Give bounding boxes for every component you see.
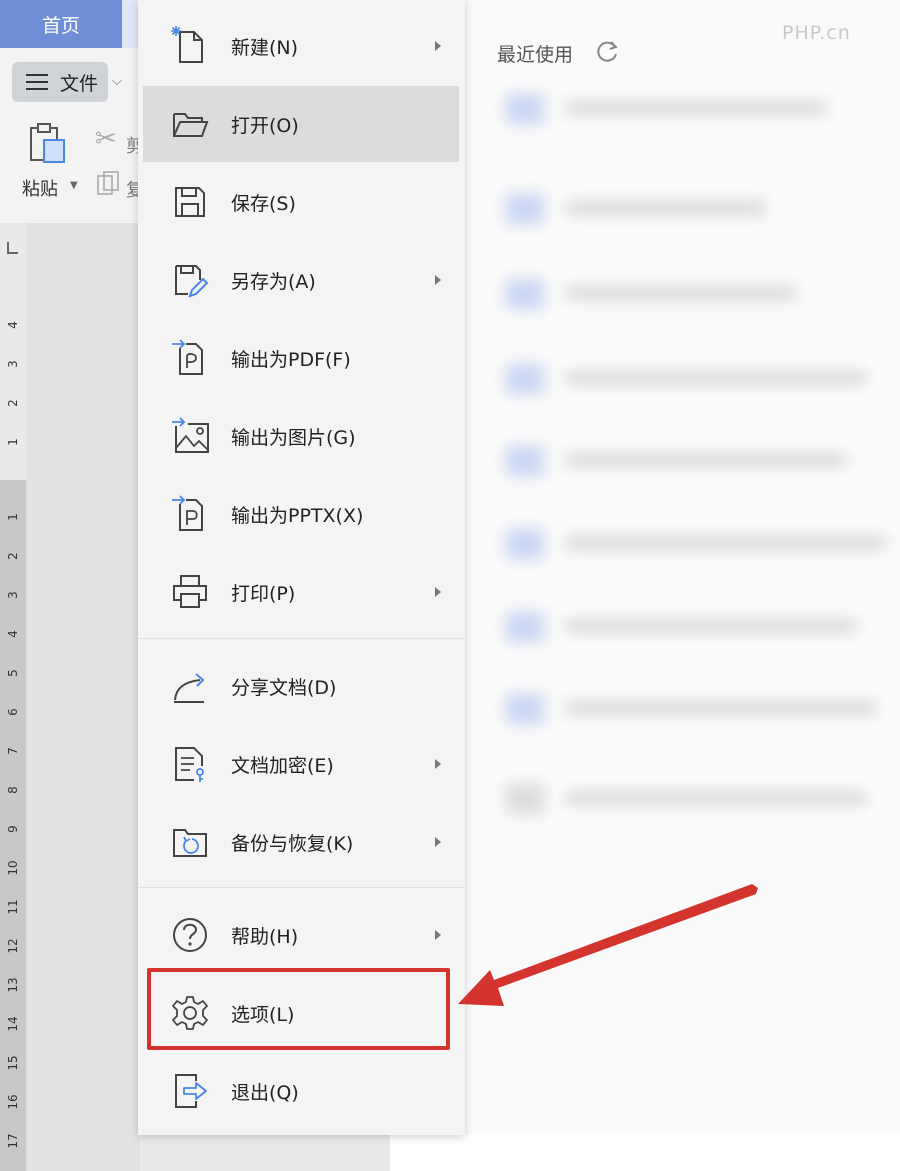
paste-dropdown-icon[interactable]: ▼: [70, 180, 78, 191]
menu-item-label: 新建(N): [231, 36, 299, 59]
menu-item-label: 分享文档(D): [231, 676, 337, 699]
menu-item-label: 输出为PDF(F): [231, 348, 351, 371]
recent-file-row[interactable]: [496, 778, 900, 818]
ruler-number: 4: [6, 321, 20, 329]
submenu-arrow-icon: [435, 275, 441, 285]
paste-label[interactable]: 粘贴: [22, 175, 58, 201]
ruler-number: 2: [6, 552, 20, 560]
menu-item-exit[interactable]: 退出(Q): [143, 1053, 459, 1129]
menu-item-label: 文档加密(E): [231, 754, 334, 777]
menu-divider: [138, 887, 465, 888]
copy-icon[interactable]: [96, 170, 120, 196]
cut-icon[interactable]: ✂: [95, 124, 117, 154]
submenu-arrow-icon: [435, 759, 441, 769]
ruler-number: 8: [6, 786, 20, 794]
recent-file-list-blurred: [496, 88, 900, 858]
encrypt-icon: [175, 747, 204, 782]
exit-icon: [175, 1074, 207, 1108]
submenu-arrow-icon: [435, 837, 441, 847]
menu-item-label: 输出为PPTX(X): [231, 504, 364, 527]
ruler-number: 13: [6, 977, 20, 993]
menu-item-label: 帮助(H): [231, 925, 299, 948]
paste-icon[interactable]: [28, 122, 68, 166]
menu-item-print[interactable]: 打印(P): [143, 554, 459, 630]
menu-item-new[interactable]: 新建(N): [143, 8, 459, 84]
menu-item-export-image[interactable]: 输出为图片(G): [143, 398, 459, 474]
recent-title: 最近使用: [497, 44, 574, 66]
document-canvas: [26, 223, 140, 1171]
ruler-number: 14: [6, 1016, 20, 1032]
recent-file-row[interactable]: [496, 188, 900, 228]
menu-item-label: 打开(O): [231, 114, 299, 137]
backup-restore-icon: [173, 829, 207, 857]
export-image-icon: [172, 417, 209, 453]
menu-item-label: 输出为图片(G): [231, 426, 356, 449]
print-icon: [173, 575, 207, 608]
menu-item-save-as[interactable]: 另存为(A): [143, 242, 459, 318]
recent-file-row[interactable]: [496, 88, 900, 128]
ruler-number: 11: [6, 899, 20, 915]
ruler-number: 15: [6, 1055, 20, 1071]
submenu-arrow-icon: [435, 587, 441, 597]
export-pdf-icon: [172, 339, 203, 375]
menu-item-label: 退出(Q): [231, 1081, 299, 1104]
file-menu-label: 文件: [60, 72, 99, 95]
tab-home[interactable]: 首页: [0, 0, 122, 48]
document-page[interactable]: [390, 1135, 900, 1171]
ruler-number: 7: [6, 747, 20, 755]
menu-divider: [138, 638, 465, 639]
ruler-number: 17: [6, 1133, 20, 1149]
file-menu-panel: 新建(N) 打开(O) 保存(S) 另存为(A) 输出为PDF(F) 输出为图片…: [138, 0, 465, 1135]
annotation-arrow-icon: [458, 884, 758, 1006]
menu-item-backup-restore[interactable]: 备份与恢复(K): [143, 804, 459, 880]
submenu-arrow-icon: [435, 41, 441, 51]
ruler-number: 1: [6, 438, 20, 446]
recent-file-row[interactable]: [496, 358, 900, 398]
menu-item-label: 备份与恢复(K): [231, 832, 354, 855]
menu-item-open[interactable]: 打开(O): [143, 86, 459, 162]
recent-file-row[interactable]: [496, 440, 900, 480]
file-menu-button[interactable]: 文件: [12, 62, 108, 102]
watermark-logo: PHP.cn: [782, 22, 851, 44]
margin-marker-icon: [7, 242, 18, 254]
menu-item-encrypt[interactable]: 文档加密(E): [143, 726, 459, 802]
menu-item-save[interactable]: 保存(S): [143, 164, 459, 240]
recent-file-row[interactable]: [496, 606, 900, 646]
menu-item-label: 保存(S): [231, 192, 296, 215]
ruler-number: 10: [6, 860, 20, 876]
chevron-down-icon[interactable]: ⌵: [112, 74, 122, 89]
help-icon: [173, 918, 207, 952]
recent-file-row[interactable]: [496, 273, 900, 313]
ruler-number: 4: [6, 630, 20, 638]
ruler-number: 6: [6, 708, 20, 716]
ruler-number: 3: [6, 591, 20, 599]
ruler-number: 16: [6, 1094, 20, 1110]
menu-item-help[interactable]: 帮助(H): [143, 897, 459, 973]
ruler-number: 3: [6, 360, 20, 368]
refresh-icon[interactable]: [594, 39, 620, 65]
open-folder-icon: [173, 113, 209, 137]
export-pptx-icon: [172, 495, 203, 531]
new-file-icon: [171, 26, 203, 63]
save-as-icon: [175, 265, 209, 298]
ruler-number: 5: [6, 669, 20, 677]
ruler-number: 1: [6, 513, 20, 521]
save-icon: [175, 187, 205, 217]
menu-item-export-pdf[interactable]: 输出为PDF(F): [143, 320, 459, 396]
menu-item-label: 打印(P): [231, 582, 296, 605]
menu-item-export-pptx[interactable]: 输出为PPTX(X): [143, 476, 459, 552]
recent-file-row[interactable]: [496, 523, 900, 563]
recent-file-row[interactable]: [496, 688, 900, 728]
ruler-number: 2: [6, 399, 20, 407]
ruler-number: 9: [6, 825, 20, 833]
menu-item-share[interactable]: 分享文档(D): [143, 648, 459, 724]
share-icon: [174, 673, 205, 703]
ruler-number: 12: [6, 938, 20, 954]
menu-item-label: 另存为(A): [231, 270, 316, 293]
annotation-highlight-box: [147, 968, 450, 1050]
hamburger-icon: [26, 74, 48, 90]
